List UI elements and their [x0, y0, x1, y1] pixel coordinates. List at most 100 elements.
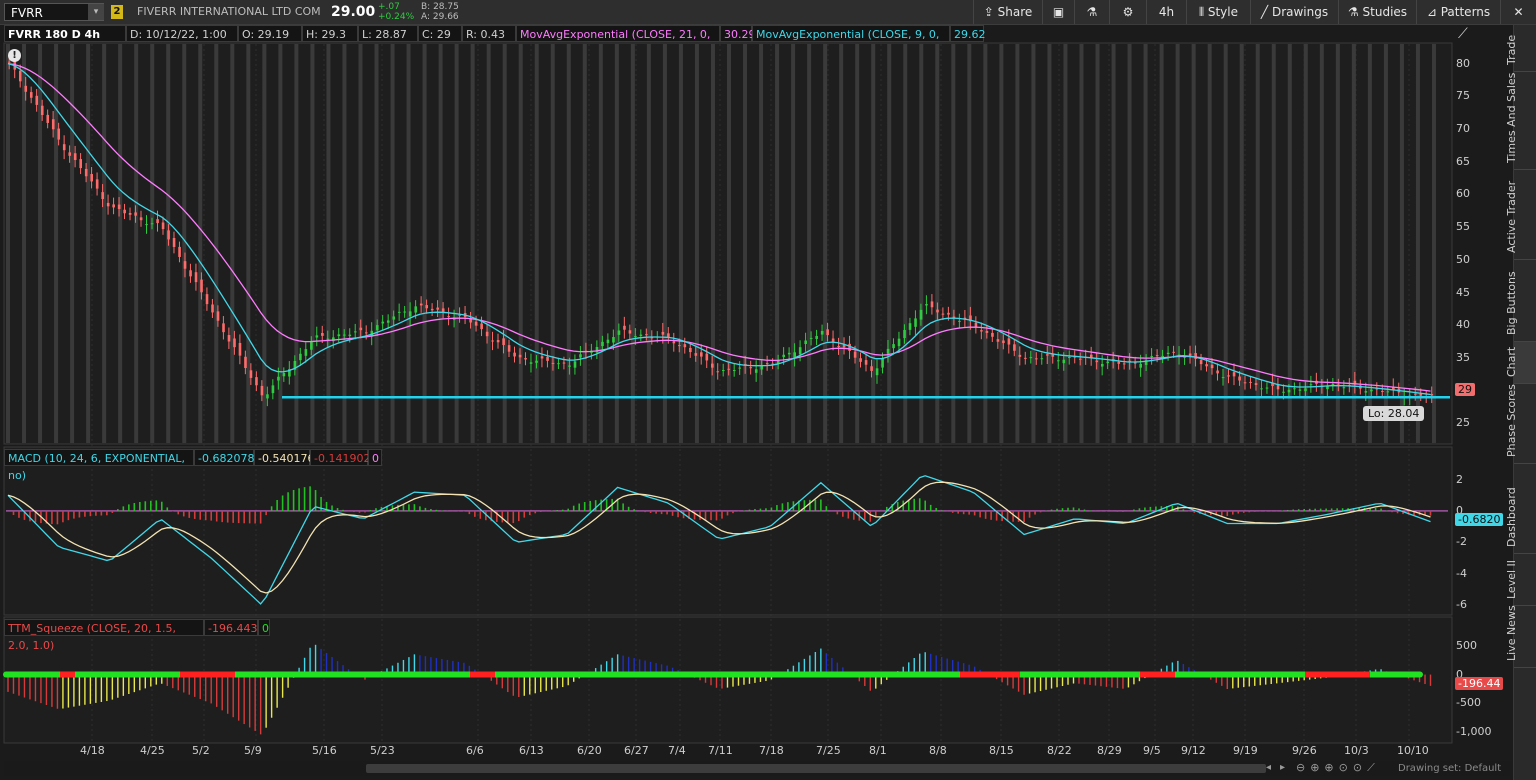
- price-candle: [628, 330, 632, 334]
- price-candle: [106, 202, 110, 207]
- price-candle: [546, 356, 549, 361]
- price-candle: [244, 356, 247, 369]
- price-candle: [337, 334, 341, 337]
- price-candle: [606, 339, 610, 344]
- price-candle: [1199, 360, 1203, 365]
- price-candle: [595, 347, 599, 353]
- price-candle: [1419, 393, 1423, 396]
- date-tick-label: 6/6: [466, 744, 484, 757]
- price-candle: [447, 316, 450, 318]
- price-candle: [1095, 360, 1099, 363]
- price-candle: [348, 334, 352, 337]
- sidebar-tab-chart[interactable]: Chart: [1505, 342, 1536, 384]
- date-tick-label: 6/20: [577, 744, 602, 757]
- date-tick-label: 8/1: [869, 744, 887, 757]
- price-candle: [1155, 355, 1159, 357]
- sidebar-tab-trade[interactable]: Trade: [1505, 25, 1536, 72]
- price-candle: [985, 330, 989, 333]
- price-candle: [485, 331, 489, 337]
- price-tick-label: 70: [1456, 122, 1470, 136]
- price-candle: [524, 358, 527, 360]
- price-candle: [787, 352, 791, 355]
- price-candle: [848, 343, 851, 351]
- alert-icon[interactable]: !: [8, 49, 21, 62]
- price-candle: [700, 352, 703, 357]
- price-candle: [1249, 381, 1252, 383]
- price-candle: [782, 354, 786, 358]
- price-candle: [365, 332, 368, 334]
- price-candle: [304, 349, 308, 356]
- price-candle: [722, 369, 725, 371]
- price-candle: [430, 308, 434, 311]
- price-candle: [892, 344, 895, 349]
- price-candle: [634, 335, 637, 337]
- price-candle: [1161, 355, 1164, 358]
- sidebar-tab-big-buttons[interactable]: Big Buttons: [1505, 260, 1536, 342]
- price-candle: [397, 311, 401, 313]
- date-tick-label: 8/29: [1097, 744, 1122, 757]
- date-tick-label: 5/2: [192, 744, 210, 757]
- price-candle: [1079, 358, 1082, 360]
- price-candle: [172, 238, 176, 247]
- price-candle: [853, 351, 857, 358]
- price-candle: [601, 341, 604, 347]
- price-candle: [1287, 389, 1291, 393]
- price-candle: [826, 329, 829, 336]
- price-candle: [238, 342, 242, 356]
- price-candle: [436, 307, 439, 310]
- price-candle: [1309, 384, 1313, 386]
- price-candle: [579, 354, 582, 358]
- price-candle: [815, 335, 818, 339]
- sidebar-tab-dashboard[interactable]: Dashboard: [1505, 464, 1536, 554]
- zoom-controls-icon[interactable]: ⊖⊕⊕⊙⊙⟋: [1296, 761, 1380, 775]
- price-candle: [200, 279, 203, 293]
- price-candle: [881, 358, 884, 368]
- price-candle: [474, 321, 478, 326]
- price-candle: [167, 230, 170, 240]
- scroll-right-icon[interactable]: ▸: [1280, 762, 1285, 773]
- drawing-set-label[interactable]: Drawing set: Default: [1398, 763, 1501, 774]
- price-candle: [491, 340, 494, 342]
- price-candle: [908, 323, 912, 330]
- sidebar-tab-times-and-sales[interactable]: Times And Sales: [1505, 72, 1536, 170]
- date-tick-label: 7/4: [668, 744, 686, 757]
- price-candle: [35, 95, 39, 105]
- chart-canvas[interactable]: [0, 0, 1512, 780]
- price-candle: [1282, 391, 1285, 393]
- price-candle: [84, 168, 88, 177]
- price-tick-label: 40: [1456, 318, 1470, 332]
- macd-tag: -0.6820: [1455, 513, 1504, 526]
- price-candle: [282, 373, 286, 377]
- date-tick-label: 7/18: [759, 744, 784, 757]
- date-tick-label: 7/25: [816, 744, 841, 757]
- sidebar-tab-active-trader[interactable]: Active Trader: [1505, 170, 1536, 260]
- sidebar-tab-phase-scores[interactable]: Phase Scores: [1505, 384, 1536, 464]
- price-candle: [941, 313, 945, 315]
- scrollbar-thumb[interactable]: [366, 764, 1266, 773]
- sidebar-tab-live-news[interactable]: Live News: [1505, 605, 1536, 668]
- macd-tick-label: -4: [1456, 566, 1467, 580]
- price-tick-label: 60: [1456, 187, 1470, 201]
- price-candle: [1414, 393, 1417, 395]
- price-candle: [804, 340, 807, 345]
- price-candle: [727, 368, 731, 370]
- price-candle: [711, 363, 714, 368]
- date-tick-label: 4/25: [140, 744, 165, 757]
- price-candle: [1100, 363, 1104, 367]
- price-candle: [315, 335, 319, 338]
- price-candle: [1304, 388, 1307, 392]
- price-candle: [798, 347, 802, 355]
- price-candle: [689, 347, 692, 353]
- price-candle: [321, 332, 324, 336]
- price-candle: [1139, 363, 1143, 368]
- price-candle: [897, 338, 901, 347]
- ttm-tick-label: 500: [1456, 638, 1477, 652]
- price-candle: [51, 119, 55, 130]
- sidebar-tab-level-ii[interactable]: Level II: [1505, 554, 1536, 606]
- close-icon: ✕: [1513, 5, 1524, 19]
- price-candle: [216, 311, 220, 321]
- price-tick-label: 75: [1456, 89, 1470, 103]
- scroll-left-icon[interactable]: ◂: [1266, 762, 1271, 773]
- price-candle: [112, 204, 115, 208]
- price-candle: [930, 301, 934, 308]
